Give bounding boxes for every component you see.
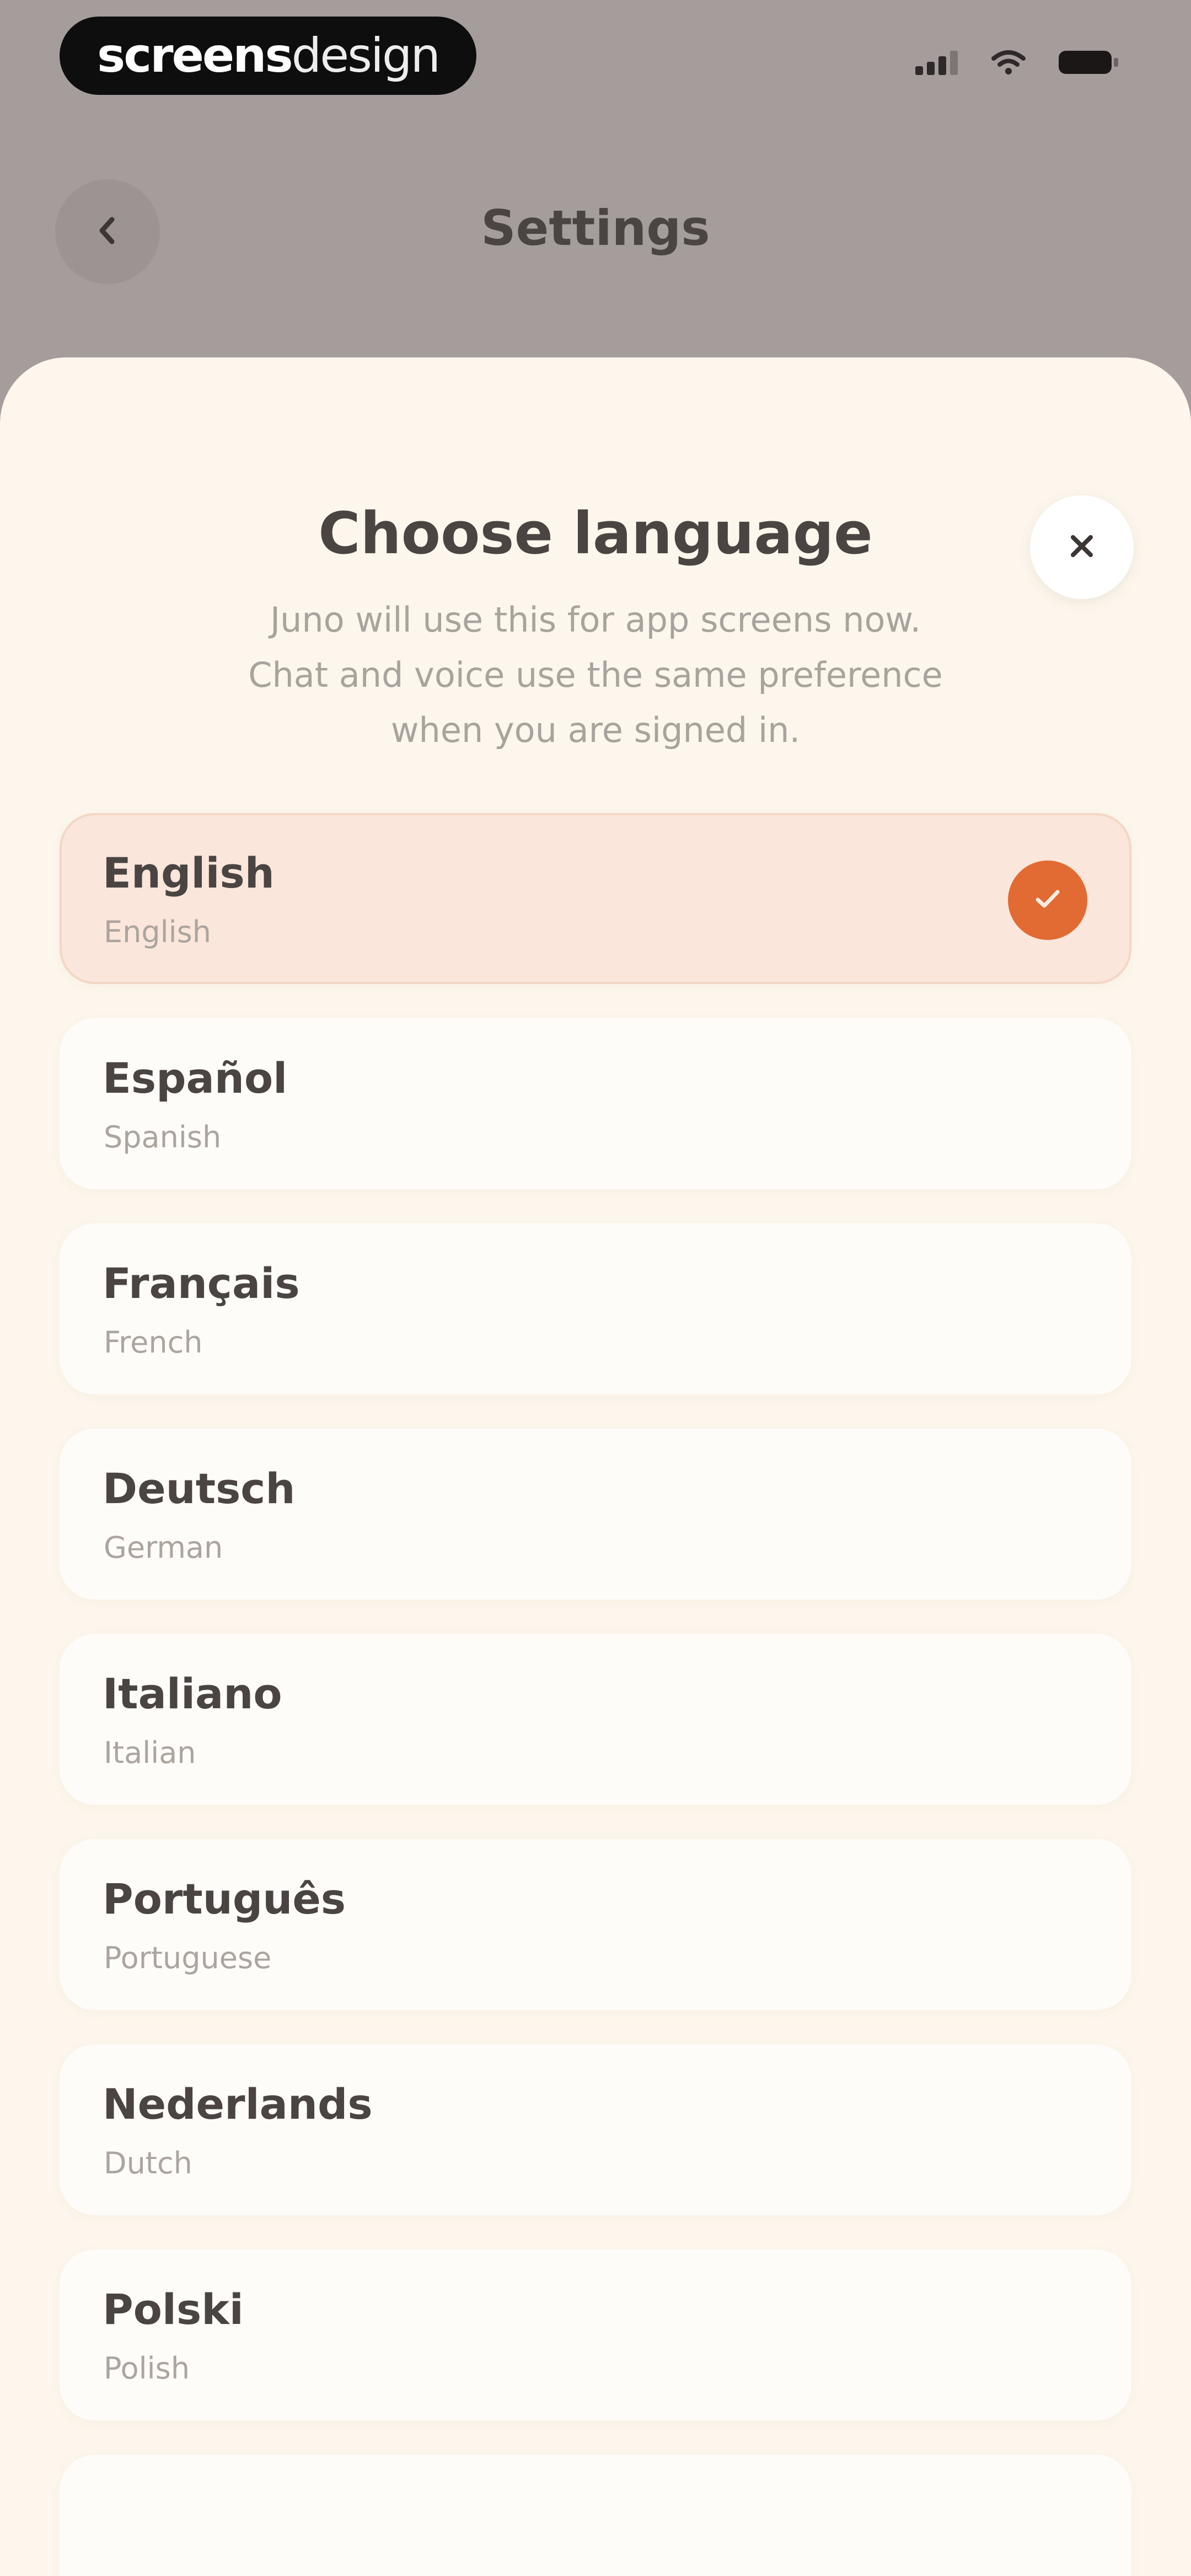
language-option-italian[interactable]: Italiano Italian: [60, 1634, 1131, 1805]
check-icon: [1031, 885, 1064, 915]
language-option-spanish[interactable]: Español Spanish: [60, 1018, 1131, 1189]
signal-icon: [915, 50, 959, 77]
brand-logo-part1: screens: [97, 28, 293, 83]
language-option-portuguese[interactable]: Português Portuguese: [60, 1839, 1131, 2010]
language-name: Polski: [103, 2285, 244, 2334]
sheet-subtitle-line: Chat and voice use the same preference: [248, 655, 943, 695]
language-english-name: English: [104, 915, 211, 949]
language-name: Nederlands: [103, 2080, 373, 2129]
sheet-subtitle-line: Juno will use this for app screens now.: [270, 600, 921, 640]
language-english-name: Portuguese: [104, 1941, 272, 1975]
battery-icon: [1058, 49, 1119, 78]
close-icon: [1065, 530, 1098, 565]
brand-logo-part2: design: [291, 28, 441, 83]
language-option-english[interactable]: English English: [60, 813, 1131, 984]
language-name: Italiano: [103, 1669, 282, 1718]
status-icons: [915, 49, 1119, 78]
language-name: Português: [103, 1874, 346, 1923]
language-list: English English Español Spanish Français…: [60, 813, 1131, 2576]
brand-logo: screens design: [60, 17, 476, 95]
language-english-name: German: [104, 1530, 223, 1565]
language-english-name: Spanish: [104, 1120, 222, 1155]
language-sheet: Choose language Juno will use this for a…: [0, 357, 1191, 2576]
language-name: Deutsch: [103, 1464, 296, 1513]
language-option-polish[interactable]: Polski Polish: [60, 2249, 1131, 2420]
language-option-german[interactable]: Deutsch German: [60, 1429, 1131, 1600]
sheet-subtitle: Juno will use this for app screens now. …: [182, 592, 1009, 758]
wifi-icon: [991, 50, 1026, 77]
sheet-subtitle-line: when you are signed in.: [390, 710, 801, 750]
language-english-name: Polish: [104, 2351, 190, 2386]
language-name: Español: [103, 1054, 288, 1103]
language-option-dutch[interactable]: Nederlands Dutch: [60, 2044, 1131, 2215]
language-option-partial[interactable]: [60, 2455, 1131, 2576]
language-english-name: Dutch: [104, 2146, 192, 2180]
close-button[interactable]: [1030, 495, 1134, 599]
language-english-name: French: [104, 1325, 203, 1360]
status-bar: screens design: [0, 0, 1191, 110]
selected-check-badge: [1008, 861, 1087, 940]
language-option-french[interactable]: Français French: [60, 1223, 1131, 1394]
language-english-name: Italian: [104, 1735, 196, 1770]
language-name: Français: [103, 1259, 300, 1308]
page-title: Settings: [481, 200, 710, 256]
sheet-title: Choose language: [318, 500, 873, 567]
language-name: English: [103, 848, 275, 897]
